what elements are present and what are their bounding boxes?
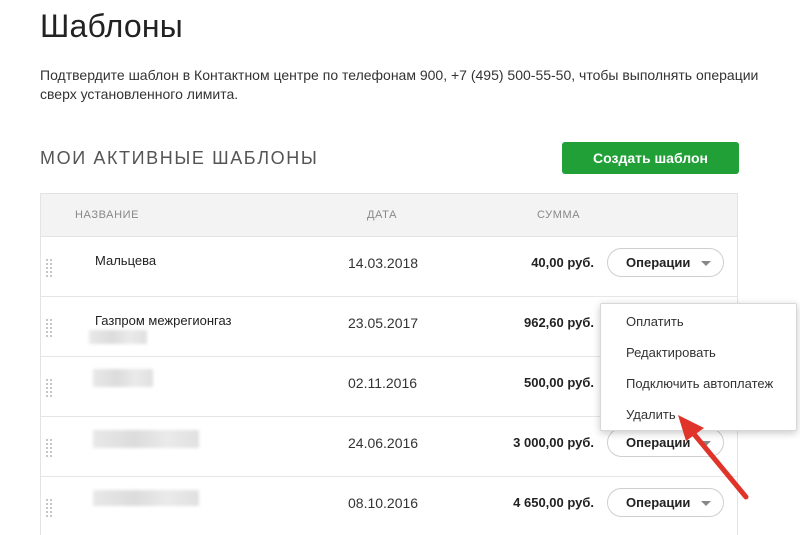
operations-button[interactable]: Операции xyxy=(607,488,724,517)
intro-text: Подтвердите шаблон в Контактном центре п… xyxy=(40,67,759,102)
drag-handle-icon[interactable] xyxy=(46,439,53,461)
chevron-down-icon xyxy=(701,261,711,266)
menu-item-pay[interactable]: Оплатить xyxy=(601,312,796,343)
column-header-date: ДАТА xyxy=(367,209,398,221)
column-header-sum: СУММА xyxy=(537,209,581,221)
template-sum: 40,00 руб. xyxy=(531,255,594,270)
template-date: 14.03.2018 xyxy=(348,255,419,271)
operations-label: Операции xyxy=(626,435,691,450)
table-header: НАЗВАНИЕ ДАТА СУММА xyxy=(41,194,737,237)
chevron-down-icon xyxy=(701,441,711,446)
template-sum: 962,60 руб. xyxy=(523,315,594,330)
drag-handle-icon[interactable] xyxy=(46,259,53,281)
operations-label: Операции xyxy=(626,495,691,510)
template-sum: 500,00 руб. xyxy=(523,375,594,390)
template-date: 24.06.2016 xyxy=(348,435,419,451)
table-row: Мальцева 14.03.2018 40,00 руб. Операции xyxy=(41,237,737,297)
menu-item-delete[interactable]: Удалить xyxy=(601,405,796,436)
template-name[interactable]: Мальцева xyxy=(95,253,156,268)
create-template-button[interactable]: Создать шаблон xyxy=(562,142,739,174)
redacted-name xyxy=(93,369,153,387)
drag-handle-icon[interactable] xyxy=(46,499,53,521)
redacted-name xyxy=(93,430,199,448)
operations-button[interactable]: Операции xyxy=(607,248,724,277)
operations-dropdown-menu: Оплатить Редактировать Подключить автопл… xyxy=(600,303,797,431)
redacted-name xyxy=(93,490,199,506)
redacted-detail xyxy=(89,330,147,344)
drag-handle-icon[interactable] xyxy=(46,319,53,341)
section-title: МОИ АКТИВНЫЕ ШАБЛОНЫ xyxy=(40,148,319,168)
drag-handle-icon[interactable] xyxy=(46,379,53,401)
menu-item-edit[interactable]: Редактировать xyxy=(601,343,796,374)
template-sum: 4 650,00 руб. xyxy=(513,495,594,510)
table-row: 08.10.2016 4 650,00 руб. Операции xyxy=(41,477,737,535)
template-date: 23.05.2017 xyxy=(348,315,419,331)
template-date: 08.10.2016 xyxy=(348,495,419,511)
page-title: Шаблоны xyxy=(40,8,183,44)
column-header-name: НАЗВАНИЕ xyxy=(75,209,140,221)
menu-item-autopay[interactable]: Подключить автоплатеж xyxy=(601,374,796,405)
operations-label: Операции xyxy=(626,255,691,270)
template-name[interactable]: Газпром межрегионгаз xyxy=(95,313,232,328)
chevron-down-icon xyxy=(701,501,711,506)
template-date: 02.11.2016 xyxy=(348,375,418,391)
template-sum: 3 000,00 руб. xyxy=(513,435,594,450)
